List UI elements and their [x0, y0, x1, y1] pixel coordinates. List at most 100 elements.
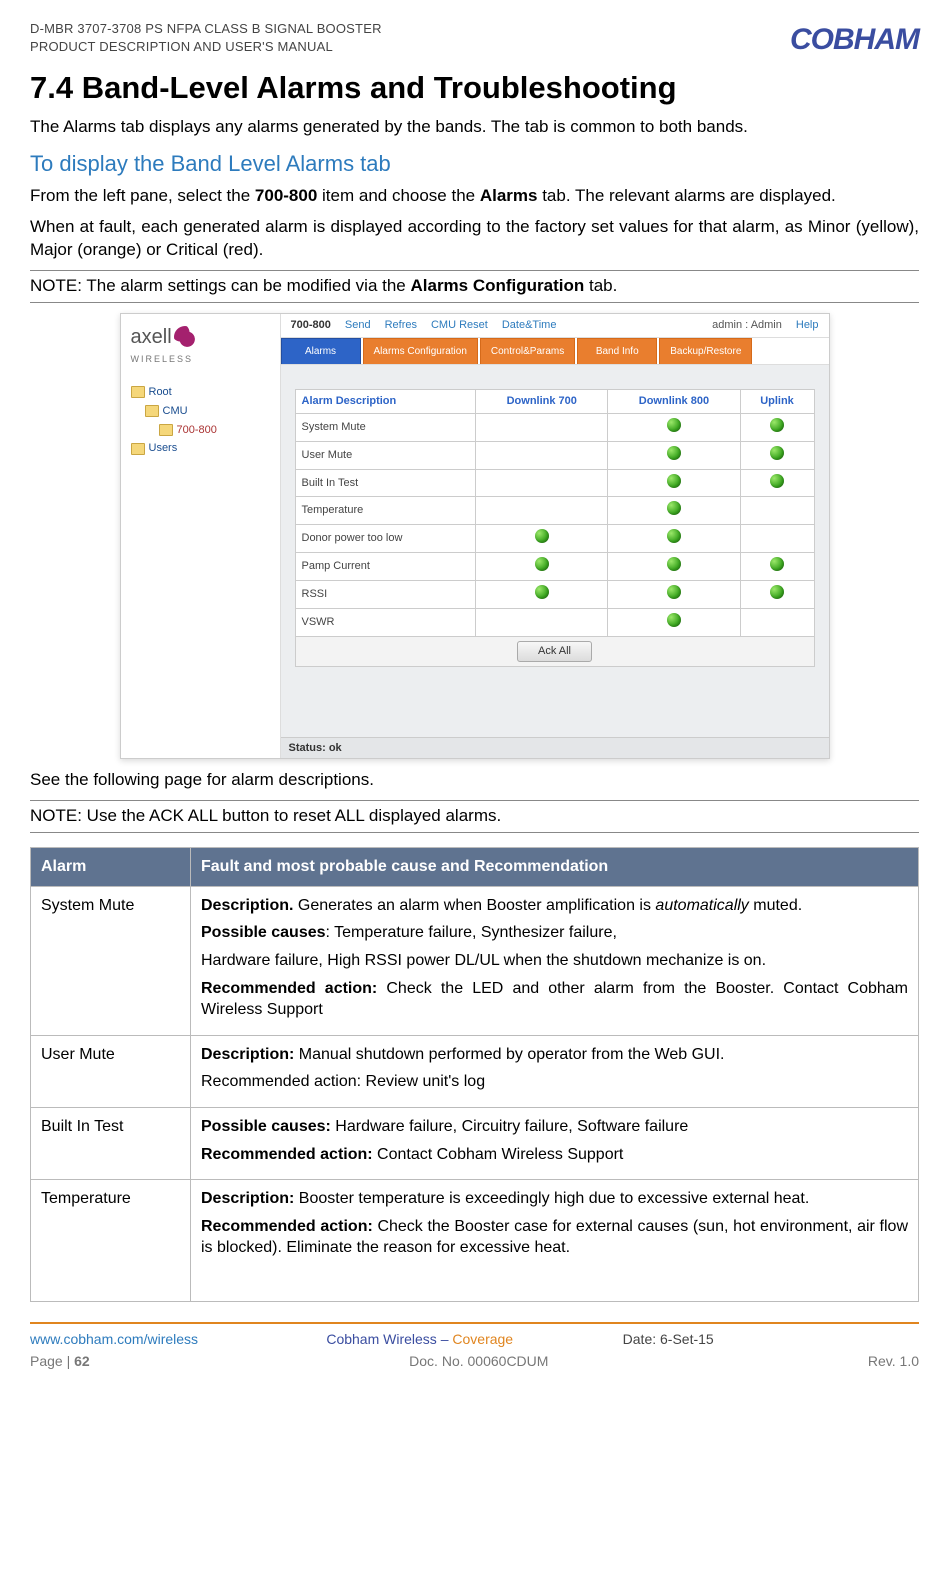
tree-users[interactable]: Users [131, 439, 274, 458]
alarm-description-table: Alarm Fault and most probable cause and … [30, 847, 919, 1301]
status-ok-icon [770, 418, 784, 432]
text: item and choose the [317, 186, 480, 205]
tree-root[interactable]: Root [131, 383, 274, 402]
tab-alarms-config[interactable]: Alarms Configuration [363, 338, 478, 365]
brand-subtext: WIRELESS [131, 353, 274, 365]
alarm-status-cell [740, 441, 814, 469]
folder-icon [131, 443, 145, 455]
text: Generates an alarm when Booster amplific… [293, 897, 655, 914]
tree-label: Users [149, 441, 178, 456]
alarm-status-row: RSSI [295, 580, 814, 608]
tree-cmu[interactable]: CMU [131, 402, 274, 421]
alarm-status-row: Built In Test [295, 469, 814, 497]
text: Booster temperature is exceedingly high … [294, 1190, 809, 1207]
sidebar: axell WIRELESS Root CMU 700-800 Users [121, 314, 281, 759]
tree-700-800[interactable]: 700-800 [131, 421, 274, 440]
text: Cobham Wireless [326, 1331, 436, 1347]
status-text: Status: ok [289, 742, 342, 754]
page-header: D-MBR 3707-3708 PS NFPA CLASS B SIGNAL B… [30, 20, 919, 61]
nav-tree: Root CMU 700-800 Users [131, 383, 274, 458]
alarm-name-cell: RSSI [295, 580, 476, 608]
cell-alarm-desc: Description. Generates an alarm when Boo… [191, 886, 919, 1035]
alarm-status-row: System Mute [295, 413, 814, 441]
col-alarm-description: Alarm Description [295, 390, 476, 414]
footer-page: Page | 62 [30, 1352, 90, 1371]
alarm-status-cell [740, 553, 814, 581]
alarm-status-cell [740, 469, 814, 497]
subheading: To display the Band Level Alarms tab [30, 149, 919, 179]
text: muted. [749, 897, 802, 914]
status-ok-icon [667, 418, 681, 432]
alarm-status-cell [476, 441, 608, 469]
alarm-status-cell [476, 525, 608, 553]
tab-band-info[interactable]: Band Info [577, 338, 657, 365]
col-downlink-800: Downlink 800 [608, 390, 740, 414]
footer-rev: Rev. 1.0 [868, 1352, 919, 1371]
text: tab. [584, 276, 617, 295]
cmu-reset-link[interactable]: CMU Reset [431, 318, 488, 333]
admin-label: admin : Admin [712, 318, 782, 333]
bold-text: Recommended action: [201, 980, 377, 997]
alarm-name-cell: Donor power too low [295, 525, 476, 553]
italic-text: automatically [655, 897, 748, 914]
ack-all-button[interactable]: Ack All [517, 641, 592, 662]
col-downlink-700: Downlink 700 [476, 390, 608, 414]
alarm-name-cell: Temperature [295, 497, 476, 525]
alarm-status-cell [608, 413, 740, 441]
wave-icon [174, 326, 196, 348]
bold-text: Recommended action: [201, 1218, 373, 1235]
header-line2: PRODUCT DESCRIPTION AND USER'S MANUAL [30, 38, 382, 56]
tree-label: 700-800 [177, 423, 217, 438]
status-ok-icon [667, 446, 681, 460]
alarm-status-table: Alarm Description Downlink 700 Downlink … [295, 389, 815, 666]
page-footer: www.cobham.com/wireless Cobham Wireless … [30, 1322, 919, 1349]
alarm-status-row: Pamp Current [295, 553, 814, 581]
alarm-name-cell: System Mute [295, 413, 476, 441]
status-ok-icon [667, 529, 681, 543]
ack-row: Ack All [295, 636, 814, 666]
tab-alarms[interactable]: Alarms [281, 338, 361, 365]
alarm-status-cell [608, 553, 740, 581]
text: tab. The relevant alarms are displayed. [537, 186, 835, 205]
embedded-screenshot: axell WIRELESS Root CMU 700-800 Users 70… [120, 313, 830, 760]
folder-icon [159, 424, 173, 436]
cell-alarm-desc: Description: Manual shutdown performed b… [191, 1035, 919, 1107]
alarm-status-cell [740, 608, 814, 636]
col-uplink: Uplink [740, 390, 814, 414]
alarm-name-cell: User Mute [295, 441, 476, 469]
cell-alarm-name: Temperature [31, 1180, 191, 1301]
datetime-link[interactable]: Date&Time [502, 318, 557, 333]
tab-backup-restore[interactable]: Backup/Restore [659, 338, 752, 365]
titlebar-title: 700-800 [291, 318, 331, 333]
alarm-status-cell [740, 525, 814, 553]
text: From the left pane, select the [30, 186, 255, 205]
tab-bar: Alarms Alarms Configuration Control&Para… [281, 338, 829, 366]
cell-alarm-desc: Possible causes: Hardware failure, Circu… [191, 1107, 919, 1179]
bold-text: Possible causes [201, 924, 326, 941]
footer-doc: Doc. No. 00060CDUM [409, 1352, 548, 1371]
cell-alarm-name: Built In Test [31, 1107, 191, 1179]
alarm-status-cell [476, 553, 608, 581]
bold-text: Description: [201, 1046, 294, 1063]
paragraph-1: From the left pane, select the 700-800 i… [30, 185, 919, 208]
alarm-status-cell [740, 413, 814, 441]
table-row: Built In Test Possible causes: Hardware … [31, 1107, 919, 1179]
alarm-status-cell [740, 580, 814, 608]
bold-text: Alarms [480, 186, 538, 205]
note-1: NOTE: The alarm settings can be modified… [30, 270, 919, 303]
tab-control-params[interactable]: Control&Params [480, 338, 575, 365]
alarm-status-cell [476, 580, 608, 608]
refresh-link[interactable]: Refres [385, 318, 417, 333]
bold-text: Possible causes: [201, 1118, 331, 1135]
alarm-status-cell [608, 497, 740, 525]
send-link[interactable]: Send [345, 318, 371, 333]
tree-label: CMU [163, 404, 188, 419]
table-row: User Mute Description: Manual shutdown p… [31, 1035, 919, 1107]
th-alarm: Alarm [31, 848, 191, 887]
cell-alarm-name: System Mute [31, 886, 191, 1035]
status-ok-icon [770, 446, 784, 460]
tree-label: Root [149, 385, 172, 400]
text: Recommended action: Review unit's log [201, 1071, 908, 1093]
help-link[interactable]: Help [796, 318, 819, 333]
paragraph-2: When at fault, each generated alarm is d… [30, 216, 919, 262]
